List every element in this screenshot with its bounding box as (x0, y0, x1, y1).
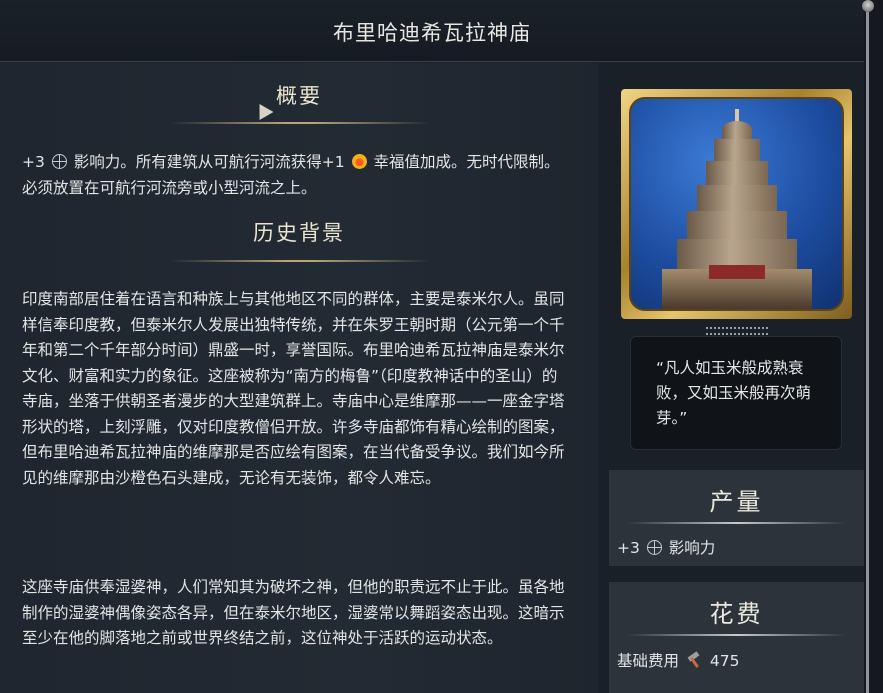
yield-heading: 产量 (709, 488, 764, 516)
title-bar: 布里哈迪希瓦拉神庙 (0, 0, 864, 62)
overview-text: +3 影响力。所有建筑从可航行河流获得+1 幸福值加成。无时代限制。必须放置在可… (22, 150, 570, 201)
influence-text: 影响力。所有建筑从可航行河流获得+1 (73, 153, 345, 171)
yield-divider (627, 522, 846, 524)
cost-label: 基础费用 (617, 652, 680, 670)
overview-divider (170, 122, 430, 124)
globe-icon (51, 154, 67, 169)
yield-panel: 产量 +3 影响力 (609, 470, 864, 566)
cost-panel: 花费 基础费用 475 (609, 582, 864, 693)
wonder-portrait (621, 89, 852, 319)
yield-label: 影响力 (668, 539, 716, 557)
page-title: 布里哈迪希瓦拉神庙 (333, 21, 531, 45)
influence-amount: +3 (22, 153, 45, 171)
scrollbar-knob[interactable] (862, 0, 874, 12)
happy-face-icon (351, 154, 367, 169)
yield-row: +3 影响力 (617, 536, 715, 558)
cost-divider (627, 634, 846, 636)
temple-image (629, 97, 844, 311)
quote-text: “凡人如玉米般成熟衰败，又如玉米般再次萌芽。” (656, 359, 812, 427)
cost-row: 基础费用 475 (617, 649, 739, 671)
cost-heading: 花费 (709, 600, 764, 628)
history-paragraph-2: 这座寺庙供奉湿婆神，人们常知其为破坏之神，但他的职责远不止于此。虽各地制作的湿婆… (22, 578, 565, 647)
cost-value: 475 (709, 652, 740, 670)
globe-icon (646, 540, 662, 555)
overview-heading: 概要 (276, 84, 322, 108)
yield-value: +3 (617, 539, 640, 557)
history-divider (170, 260, 430, 262)
scrollbar-thumb[interactable] (866, 8, 869, 693)
hammer-icon (687, 653, 702, 667)
quote-ornament (706, 327, 768, 335)
history-heading: 历史背景 (253, 221, 345, 245)
history-paragraph-1: 印度南部居住着在语言和种族上与其他地区不同的群体，主要是泰米尔人。虽同样信奉印度… (22, 290, 565, 487)
